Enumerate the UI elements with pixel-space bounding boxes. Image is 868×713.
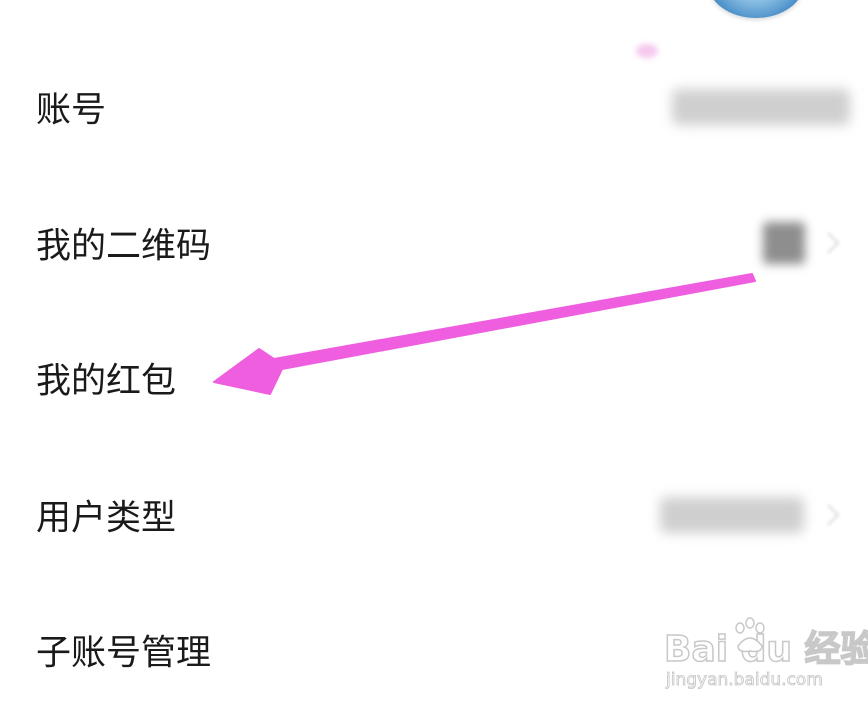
- settings-row-label: 账号: [36, 90, 107, 131]
- baidu-paw-icon: [735, 617, 765, 653]
- settings-row-label: 用户类型: [36, 498, 177, 539]
- settings-row-user-type[interactable]: 用户类型: [0, 455, 868, 575]
- account-value-blurred: [672, 89, 850, 125]
- chevron-right-icon: [827, 504, 840, 526]
- settings-row-qr-code[interactable]: 我的二维码: [0, 183, 868, 303]
- user-type-value-blurred: [660, 497, 804, 533]
- chevron-right-icon: [827, 232, 840, 254]
- settings-row-label: 子账号管理: [36, 633, 212, 674]
- settings-row-label: 我的二维码: [36, 226, 212, 267]
- settings-row-label: 我的红包: [36, 361, 177, 402]
- settings-row-account[interactable]: 账号: [0, 47, 868, 167]
- watermark-url: jingyan.baidu.com: [666, 670, 824, 691]
- settings-row-red-packet[interactable]: 我的红包: [0, 318, 868, 438]
- avatar[interactable]: [708, 0, 804, 18]
- qr-code-icon: [763, 222, 805, 264]
- baidu-watermark: Bai du 经验 jingyan.baidu.com: [663, 617, 868, 700]
- account-settings-screen: 账号 我的二维码 我的红包 用户类型 子账号管理 Bai du 经验 jingy…: [0, 0, 868, 713]
